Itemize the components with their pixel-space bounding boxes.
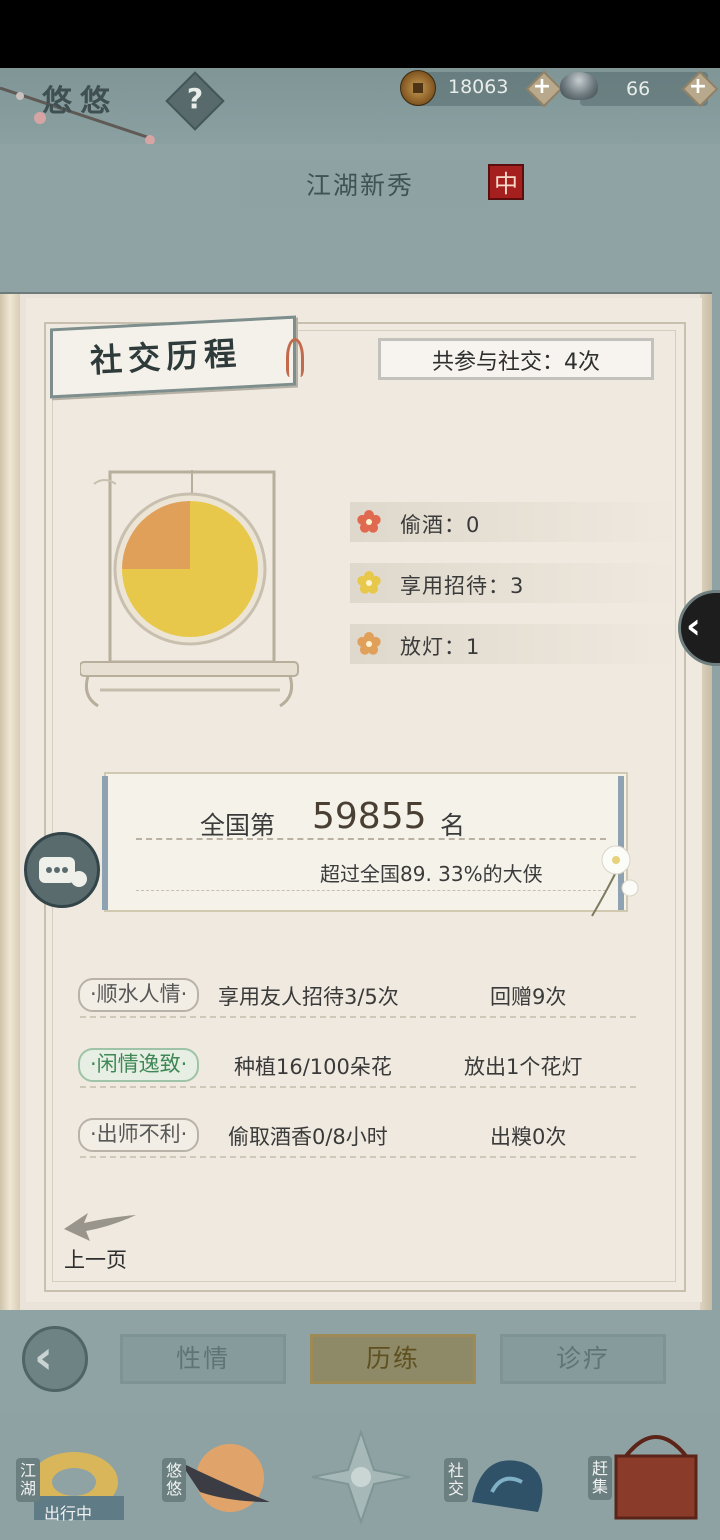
rank-prefix: 全国第	[200, 811, 276, 840]
divider	[80, 1016, 636, 1018]
nav-jianghu[interactable]: 江湖 出行中	[14, 1422, 144, 1532]
nav-status: 出行中	[44, 1504, 93, 1523]
compass-star-icon	[311, 1428, 411, 1526]
pie-chart-stand	[80, 470, 299, 708]
plus-icon[interactable]: +	[685, 74, 711, 100]
rank-percentile: 超过全国89. 33%的大侠	[320, 862, 543, 886]
divider	[80, 1156, 636, 1158]
achievement-progress: 享用友人招待3/5次	[218, 985, 399, 1009]
nav-label: 江湖	[16, 1458, 40, 1502]
prev-page-button[interactable]: 上一页	[64, 1244, 127, 1274]
nav-center[interactable]	[306, 1422, 436, 1532]
flower-icon	[357, 632, 381, 655]
achievement-tag-leisure: ·闲情逸致·	[78, 1048, 200, 1082]
coin-amount: 18063	[448, 76, 509, 98]
pie-chart	[122, 501, 258, 637]
achievement-tag-setback: ·出师不利·	[78, 1118, 200, 1152]
achievement-secondary: 出糗0次	[490, 1125, 567, 1149]
top-bar: 悠悠 ? 18063 + 66 +	[0, 68, 720, 144]
seal-badge: 中	[488, 164, 524, 200]
scroll-roller-left	[102, 776, 108, 910]
silver-ingot-icon	[560, 72, 598, 100]
status-bar	[0, 0, 720, 68]
prev-page-arrow-icon[interactable]	[60, 1205, 140, 1245]
back-arrow-icon[interactable]: ‹	[34, 1330, 53, 1384]
tab-treatment[interactable]: 诊疗	[500, 1334, 666, 1384]
chat-button[interactable]	[24, 832, 100, 908]
nav-market[interactable]: 赶集	[586, 1422, 716, 1532]
copper-coin-icon	[400, 70, 436, 106]
rank-title: 江湖新秀	[305, 171, 414, 200]
legend-label-hospitality: 享用招待：3	[400, 574, 525, 598]
achievement-tag-favor: ·顺水人情·	[78, 978, 200, 1012]
flower-icon	[357, 510, 381, 533]
legend-swatch-1	[357, 571, 381, 594]
nav-label: 赶集	[588, 1456, 612, 1500]
nav-label: 社交	[444, 1458, 468, 1502]
nav-label: 悠悠	[162, 1458, 186, 1502]
social-count-text: 共参与社交：4次	[432, 350, 600, 375]
achievement-secondary: 放出1个花灯	[464, 1055, 583, 1079]
rank-number: 59855	[312, 796, 427, 837]
achievement-progress: 偷取酒香0/8小时	[228, 1125, 388, 1149]
ribbon-icon	[286, 338, 304, 377]
legend-swatch-0	[357, 510, 381, 533]
legend-swatch-2	[357, 632, 381, 655]
back-button[interactable]	[22, 1326, 88, 1392]
nav-social[interactable]: 社交	[442, 1422, 572, 1532]
tab-experience[interactable]: 历练	[310, 1334, 476, 1384]
divider	[136, 890, 606, 891]
book-spine	[0, 294, 20, 1310]
nav-youyou[interactable]: 悠悠	[160, 1422, 290, 1532]
help-icon[interactable]: ?	[176, 79, 214, 119]
silver-amount: 66	[626, 78, 651, 100]
character-name: 悠悠	[42, 84, 118, 119]
chat-icon	[39, 857, 87, 887]
flower-icon	[357, 571, 381, 594]
plus-icon[interactable]: +	[529, 74, 555, 100]
divider	[80, 1086, 636, 1088]
achievement-progress: 种植16/100朵花	[234, 1055, 392, 1079]
white-flower-decoration	[591, 845, 639, 917]
pie-slice-2	[122, 501, 190, 569]
chevron-left-icon[interactable]: ‹	[686, 606, 701, 647]
legend-label-lantern: 放灯：1	[400, 635, 481, 659]
rank-card	[104, 772, 628, 912]
tab-temperament[interactable]: 性情	[120, 1334, 286, 1384]
rank-suffix: 名	[440, 811, 466, 840]
legend-label-steal-wine: 偷酒：0	[400, 513, 481, 537]
section-title: 社交历程	[89, 334, 244, 380]
achievement-secondary: 回赠9次	[490, 985, 567, 1009]
